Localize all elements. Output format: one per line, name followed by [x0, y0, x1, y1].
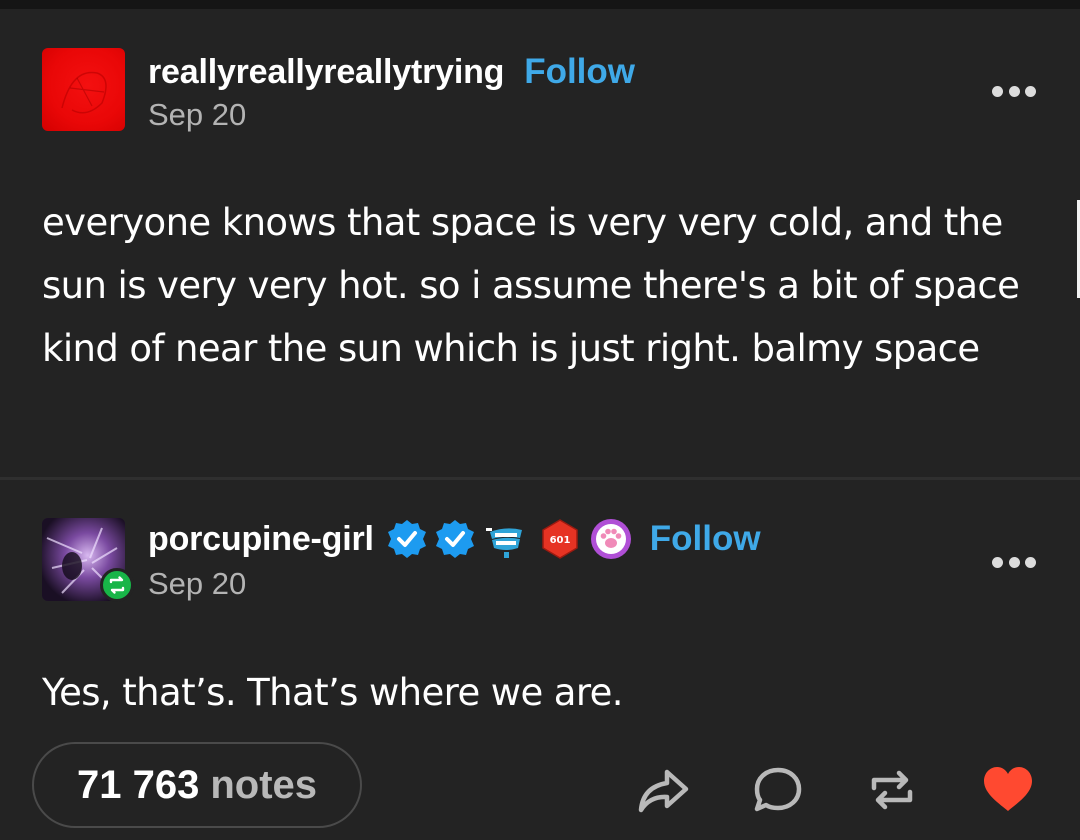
more-options-icon[interactable]	[992, 555, 1036, 569]
post-header: reallyreallyreallytrying Follow	[148, 49, 635, 95]
dice-label: 601	[549, 535, 570, 546]
notes-count: 71 763	[76, 762, 200, 807]
notes-button[interactable]: 71 763 notes	[32, 742, 362, 828]
like-icon[interactable]	[980, 762, 1036, 818]
post-original: reallyreallyreallytrying Follow Sep 20 e…	[0, 9, 1080, 477]
verified-check-icon	[386, 518, 428, 560]
top-border	[0, 0, 1080, 9]
verified-check-icon	[434, 518, 476, 560]
post-body: Yes, that’s. That’s where we are.	[42, 671, 624, 714]
post-body: everyone knows that space is very very c…	[42, 201, 1020, 370]
d20-dice-icon: 601	[540, 518, 580, 560]
follow-button[interactable]: Follow	[650, 519, 761, 559]
paw-print-icon	[590, 518, 632, 560]
reblog-icon[interactable]	[864, 762, 920, 818]
post-date: Sep 20	[148, 97, 247, 132]
share-icon[interactable]	[636, 762, 692, 818]
dentures-icon	[484, 518, 528, 560]
post-reblog: porcupine-girl 601 Follow Sep 20 Yes, th…	[0, 480, 1080, 840]
post-header: porcupine-girl 601 Follow	[148, 516, 761, 562]
avatar[interactable]	[42, 48, 125, 131]
reply-icon[interactable]	[750, 762, 806, 818]
username[interactable]: porcupine-girl	[148, 520, 374, 559]
post-date: Sep 20	[148, 566, 247, 601]
username[interactable]: reallyreallyreallytrying	[148, 53, 504, 92]
notes-label: notes	[210, 762, 318, 807]
reblog-indicator-icon	[100, 568, 134, 602]
more-options-icon[interactable]	[992, 84, 1036, 98]
follow-button[interactable]: Follow	[524, 52, 635, 92]
